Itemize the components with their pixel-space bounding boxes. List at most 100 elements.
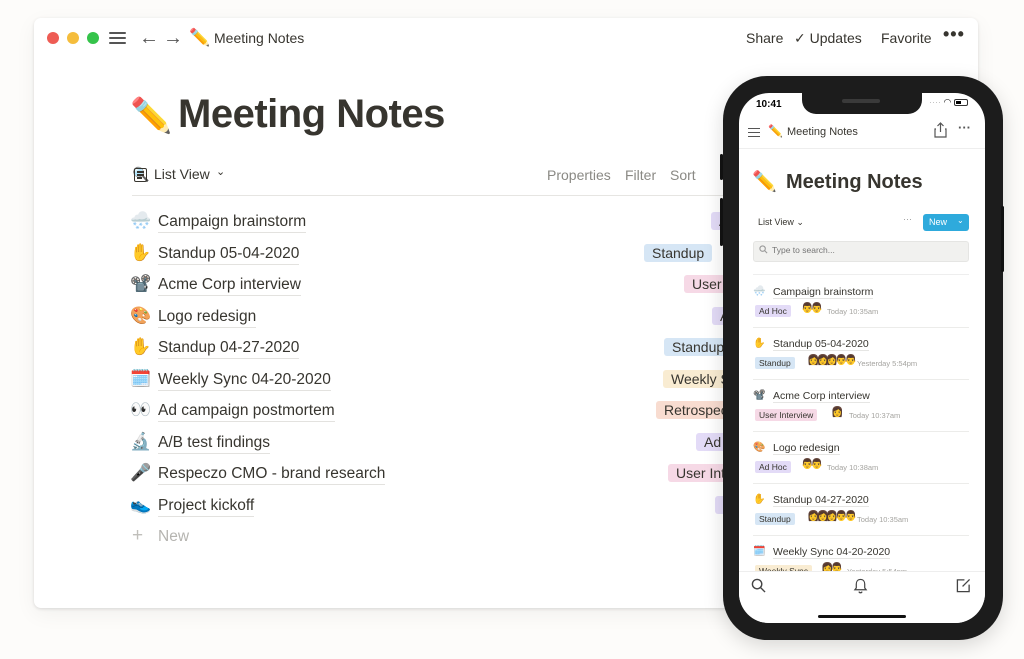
attendee-avatars: 👩👩👩👨👨 xyxy=(807,511,857,522)
page-icon-pencil[interactable]: ✏️ xyxy=(752,169,777,194)
row-icon: ✋ xyxy=(753,494,766,505)
search-icon xyxy=(759,245,768,257)
bell-tab-icon[interactable] xyxy=(853,578,868,597)
forward-arrow-icon[interactable]: → xyxy=(163,27,183,49)
hamburger-icon[interactable] xyxy=(109,27,127,49)
more-options-icon[interactable]: ••• xyxy=(943,24,965,45)
row-icon: 🔬 xyxy=(130,431,152,451)
status-icons: ···· ◠ xyxy=(929,97,968,108)
signal-icon: ···· xyxy=(929,97,941,107)
mobile-search-input[interactable] xyxy=(772,245,962,255)
row-title[interactable]: Ad campaign postmortem xyxy=(158,402,335,422)
home-indicator[interactable] xyxy=(818,615,906,618)
mobile-list-item[interactable]: 🎨 Logo redesign Ad Hoc 👨👨 Today 10:38am xyxy=(753,432,969,484)
filter-button[interactable]: Filter xyxy=(625,167,656,183)
meeting-list: 🌨️ Campaign brainstorm Ad Hoc ✋ Standup 05-0… xyxy=(130,210,790,555)
phone-frame: 10:41 ···· ◠ ✏️ Meeting Notes ··· ✏️ Mee… xyxy=(720,76,1004,640)
back-arrow-icon[interactable]: ← xyxy=(139,27,159,49)
breadcrumb-title[interactable]: Meeting Notes xyxy=(214,30,304,46)
new-item-button[interactable]: + New xyxy=(130,525,730,555)
page-title[interactable]: Meeting Notes xyxy=(178,92,445,137)
compose-tab-icon[interactable] xyxy=(956,578,971,596)
share-button[interactable]: Share xyxy=(746,30,783,46)
view-selector[interactable]: List View xyxy=(154,166,210,182)
row-title[interactable]: Standup 05-04-2020 xyxy=(158,245,300,265)
row-icon: 🌨️ xyxy=(130,211,152,230)
chevron-down-icon[interactable]: ⌄ xyxy=(957,216,964,225)
row-title[interactable]: Weekly Sync 04-20-2020 xyxy=(773,546,891,559)
close-window-button[interactable] xyxy=(47,32,59,44)
edited-time: Today 10:35am xyxy=(857,515,909,524)
properties-button[interactable]: Properties xyxy=(547,167,611,183)
mobile-list-item[interactable]: 🌨️ Campaign brainstorm Ad Hoc 👨👨 Today 10:35… xyxy=(753,276,969,328)
mobile-list-item[interactable]: ✋ Standup 05-04-2020 Standup 👩👩👩👨👨 Yesterday… xyxy=(753,328,969,380)
row-title[interactable]: Acme Corp interview xyxy=(158,276,301,296)
list-item[interactable]: ✋Standup 04-27-2020Standup👩 xyxy=(130,336,761,368)
mobile-list-item[interactable]: ✋ Standup 04-27-2020 Standup 👩👩👩👨👨 Today 10:… xyxy=(753,484,969,536)
hamburger-icon[interactable] xyxy=(748,128,760,138)
attendee-avatars: 👨👨 xyxy=(801,303,823,314)
updates-label: Updates xyxy=(809,30,862,46)
row-icon: ✋ xyxy=(753,338,766,349)
view-toolbar: List View ⌄ Properties Filter Sort 🔍 xyxy=(132,166,752,196)
row-title[interactable]: Project kickoff xyxy=(158,497,255,517)
maximize-window-button[interactable] xyxy=(87,32,99,44)
row-icon: 🗓️ xyxy=(130,368,152,388)
page-icon-pencil[interactable]: ✏️ xyxy=(130,96,172,136)
row-icon: 👀 xyxy=(130,400,152,419)
share-icon[interactable] xyxy=(934,122,947,141)
edited-time: Today 10:38am xyxy=(827,463,879,472)
row-title[interactable]: Standup 05-04-2020 xyxy=(773,338,869,351)
divider xyxy=(753,274,969,275)
favorite-button[interactable]: Favorite xyxy=(881,30,932,46)
attendee-avatars: 👩👩👩👨👨 xyxy=(807,355,857,366)
mobile-meeting-list: 🌨️ Campaign brainstorm Ad Hoc 👨👨 Today 10:35… xyxy=(753,276,969,588)
phone-mute-switch xyxy=(720,154,723,180)
list-item[interactable]: 🔬A/B test findingsAd Hoc xyxy=(130,431,758,463)
edited-time: Yesterday 5:54pm xyxy=(857,359,918,368)
row-icon: 🎨 xyxy=(753,442,766,453)
phone-speaker xyxy=(842,99,880,103)
list-item[interactable]: ✋Standup 05-04-2020Standup👩👩 xyxy=(130,242,745,280)
minimize-window-button[interactable] xyxy=(67,32,79,44)
list-item[interactable]: 👀 Ad campaign postmortem Retrospective xyxy=(130,399,758,431)
updates-button[interactable]: ✓ Updates xyxy=(794,30,862,47)
mobile-new-button[interactable]: New ⌄ xyxy=(923,214,969,231)
row-icon: 📽️ xyxy=(753,390,766,401)
mobile-more-icon[interactable]: ··· xyxy=(903,214,912,224)
row-title[interactable]: Standup 04-27-2020 xyxy=(773,494,869,507)
type-tag: User Interview xyxy=(755,409,818,421)
row-title[interactable]: Acme Corp interview xyxy=(773,390,870,403)
type-tag: Ad Hoc xyxy=(755,461,791,473)
list-item[interactable]: 🌨️Campaign brainstormAd Hoc xyxy=(130,210,773,242)
row-title[interactable]: A/B test findings xyxy=(158,434,271,454)
row-title[interactable]: Respeczo CMO - brand research xyxy=(158,465,386,485)
row-title[interactable]: Weekly Sync 04-20-2020 xyxy=(158,371,331,391)
edited-time: Today 10:35am xyxy=(827,307,879,316)
sort-button[interactable]: Sort xyxy=(670,167,696,183)
row-title[interactable]: Standup 04-27-2020 xyxy=(158,339,300,359)
list-item[interactable]: 📽️Acme Corp interviewUser Interview xyxy=(130,273,790,305)
row-title[interactable]: Campaign brainstorm xyxy=(158,213,307,233)
mobile-search-box[interactable] xyxy=(753,241,969,262)
row-title[interactable]: Logo redesign xyxy=(158,308,257,328)
mobile-page-title[interactable]: Meeting Notes xyxy=(786,171,923,194)
row-icon: ✋ xyxy=(130,242,152,262)
type-tag: Ad Hoc xyxy=(755,305,791,317)
type-tag: Standup xyxy=(755,357,795,369)
list-view-icon xyxy=(134,168,147,182)
row-title[interactable]: Logo redesign xyxy=(773,442,840,455)
list-item[interactable]: 🎤 Respeczo CMO - brand research User Inter… xyxy=(130,462,774,494)
chevron-down-icon[interactable]: ⌄ xyxy=(216,165,225,178)
search-tab-icon[interactable] xyxy=(751,578,766,596)
row-title[interactable]: Campaign brainstorm xyxy=(773,286,874,299)
list-item[interactable]: 🗓️ Weekly Sync 04-20-2020 Weekly Sync xyxy=(130,368,760,400)
plus-icon: + xyxy=(132,525,144,546)
list-item[interactable]: 👟Project kickoffAd Hoc xyxy=(130,494,777,526)
more-options-icon[interactable]: ··· xyxy=(958,120,971,135)
mobile-list-item[interactable]: 📽️ Acme Corp interview User Interview 👩 Toda… xyxy=(753,380,969,432)
mobile-view-selector[interactable]: List View ⌄ xyxy=(758,217,804,228)
mobile-breadcrumb-title[interactable]: Meeting Notes xyxy=(787,126,858,138)
attendee-avatars: 👩 xyxy=(831,407,844,418)
list-item[interactable]: 🎨Logo redesignAd Hoc xyxy=(130,305,774,337)
